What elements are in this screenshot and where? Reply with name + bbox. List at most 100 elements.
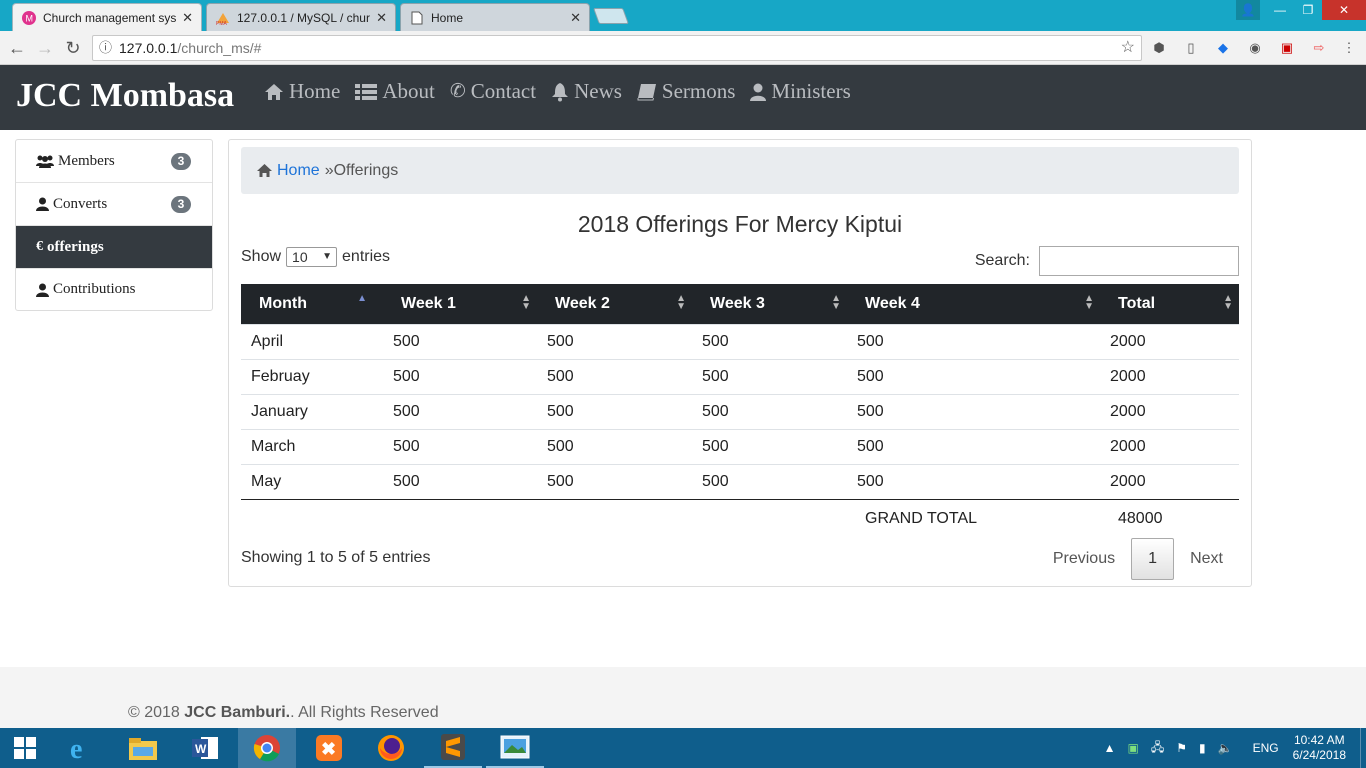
info-icon[interactable]: ⓘ — [99, 36, 112, 60]
sidebar-item-members[interactable]: Members 3 — [16, 140, 212, 183]
close-window-button[interactable]: ✕ — [1322, 0, 1366, 20]
search-input[interactable] — [1039, 246, 1239, 276]
svg-text:M: M — [26, 13, 34, 23]
nav-ministers[interactable]: Ministers — [750, 79, 851, 104]
entries-select[interactable]: 10 ▼ — [286, 247, 338, 267]
sidebar-item-contributions[interactable]: Contributions — [16, 269, 212, 310]
user-icon — [750, 83, 767, 101]
browser-tab-mysql[interactable]: PMA 127.0.0.1 / MySQL / churc ✕ — [206, 3, 396, 31]
brand-logo[interactable]: JCC Mombasa — [16, 77, 234, 115]
reload-icon[interactable]: ↻ — [62, 37, 84, 59]
cell-total: 2000 — [1110, 472, 1146, 490]
address-bar[interactable]: ⓘ 127.0.0.1/church_ms/# ☆ — [92, 35, 1142, 61]
extension-arrow-icon[interactable]: ⇨ — [1310, 39, 1328, 57]
bookmark-star-icon[interactable]: ☆ — [1121, 36, 1135, 60]
column-header-month[interactable]: Month ▲ — [241, 284, 383, 324]
new-tab-button[interactable] — [593, 8, 629, 24]
church-favicon-icon: M — [21, 10, 37, 26]
nav-home[interactable]: Home — [264, 79, 340, 104]
chevron-down-icon: ▼ — [322, 251, 333, 262]
site-navbar: JCC Mombasa Home About ✆ Contact News Se… — [0, 65, 1366, 130]
file-explorer-taskbar-icon[interactable] — [114, 728, 172, 768]
table-row: Februay 500 500 500 500 2000 — [241, 359, 1239, 394]
sidebar-item-converts[interactable]: Converts 3 — [16, 183, 212, 226]
sort-icon: ▲ ▼ — [831, 293, 841, 312]
footer-copyright: © 2018 JCC Bamburi.. All Rights Reserved — [128, 704, 439, 721]
maximize-button[interactable]: ❐ — [1294, 0, 1322, 20]
forward-icon[interactable]: → — [34, 37, 56, 59]
column-header-week3[interactable]: Week 3 ▲ ▼ — [692, 284, 847, 324]
search-label: Search: — [974, 252, 1030, 269]
browser-tab-church[interactable]: M Church management syst ✕ — [12, 3, 202, 31]
cell-week2: 500 — [547, 402, 574, 420]
firefox-taskbar-icon[interactable] — [362, 728, 420, 768]
extension-cube-icon[interactable]: ⬢ — [1150, 39, 1168, 57]
cell-week2: 500 — [547, 472, 574, 490]
column-header-week2[interactable]: Week 2 ▲ ▼ — [537, 284, 692, 324]
cell-total: 2000 — [1110, 332, 1146, 350]
next-button[interactable]: Next — [1174, 539, 1239, 579]
previous-button[interactable]: Previous — [1037, 539, 1131, 579]
close-icon[interactable]: ✕ — [570, 10, 581, 26]
nav-contact[interactable]: ✆ Contact — [450, 79, 536, 104]
profile-icon[interactable]: 👤 — [1236, 0, 1260, 20]
minimize-button[interactable]: — — [1266, 0, 1294, 20]
cell-week4: 500 — [857, 437, 884, 455]
ie-taskbar-icon[interactable]: e — [52, 728, 110, 768]
extension-doc-icon[interactable]: ▯ — [1182, 39, 1200, 57]
photos-taskbar-icon[interactable] — [486, 728, 544, 768]
page-1-button[interactable]: 1 — [1131, 538, 1175, 580]
column-header-total[interactable]: Total ▲ ▼ — [1100, 284, 1239, 324]
sidebar-item-offerings[interactable]: € offerings — [16, 226, 212, 269]
svg-text:W: W — [195, 742, 207, 756]
sort-icon: ▲ ▼ — [521, 293, 531, 312]
show-entries: Show 10 ▼ entries — [241, 247, 390, 267]
site-footer: © 2018 JCC Bamburi.. All Rights Reserved — [0, 667, 1366, 728]
windows-logo-icon — [14, 737, 36, 759]
close-icon[interactable]: ✕ — [182, 10, 193, 26]
extension-cap-icon[interactable]: ◆ — [1214, 39, 1232, 57]
battery-icon[interactable]: ▮ — [1199, 741, 1206, 755]
address-path: /church_ms/# — [177, 40, 262, 56]
user-icon — [36, 197, 49, 211]
nav-news[interactable]: News — [551, 79, 622, 104]
svg-text:PMA: PMA — [216, 21, 228, 25]
start-button[interactable] — [0, 728, 50, 768]
sublime-taskbar-icon[interactable] — [424, 728, 482, 768]
cell-week1: 500 — [393, 367, 420, 385]
language-indicator[interactable]: ENG — [1253, 741, 1279, 755]
sidebar: Members 3 Converts 3 € offerings Contrib… — [15, 139, 213, 311]
sort-icon: ▲ ▼ — [1223, 293, 1233, 312]
svg-text:✖: ✖ — [321, 739, 336, 759]
clock[interactable]: 10:42 AM 6/24/2018 — [1293, 733, 1346, 763]
flag-icon[interactable]: ⚑ — [1176, 741, 1187, 755]
cell-total: 2000 — [1110, 437, 1146, 455]
sidebar-item-label: Converts — [53, 195, 108, 212]
show-desktop-button[interactable] — [1360, 728, 1366, 768]
breadcrumb-home-link[interactable]: Home — [277, 162, 320, 180]
browser-tab-home[interactable]: Home ✕ — [400, 3, 590, 31]
close-icon[interactable]: ✕ — [376, 10, 387, 26]
home-icon — [264, 83, 284, 101]
phone-icon: ✆ — [449, 81, 466, 102]
extension-pdf-icon[interactable]: ▣ — [1278, 39, 1296, 57]
menu-icon[interactable]: ⋮ — [1340, 39, 1358, 57]
nav-sermons[interactable]: Sermons — [637, 79, 735, 104]
extension-eye-icon[interactable]: ◉ — [1246, 39, 1264, 57]
nav-about[interactable]: About — [355, 79, 435, 104]
table-search: Search: — [975, 246, 1239, 276]
hotspot-icon[interactable]: ▣ — [1128, 741, 1139, 755]
nav-label: News — [574, 79, 622, 103]
chrome-taskbar-icon[interactable] — [238, 728, 296, 768]
cell-month: May — [251, 472, 282, 490]
back-icon[interactable]: ← — [6, 37, 28, 59]
column-header-week1[interactable]: Week 1 ▲ ▼ — [383, 284, 537, 324]
xampp-taskbar-icon[interactable]: ✖ — [300, 728, 358, 768]
word-taskbar-icon[interactable]: W — [176, 728, 234, 768]
chevron-up-icon[interactable]: ▲ — [1104, 741, 1116, 755]
column-header-week4[interactable]: Week 4 ▲ ▼ — [847, 284, 1100, 324]
network-icon[interactable]: 🖧 — [1151, 738, 1164, 759]
count-badge: 3 — [171, 196, 191, 213]
volume-icon[interactable]: 🔈 — [1218, 741, 1233, 755]
nav-label: Ministers — [771, 79, 851, 103]
